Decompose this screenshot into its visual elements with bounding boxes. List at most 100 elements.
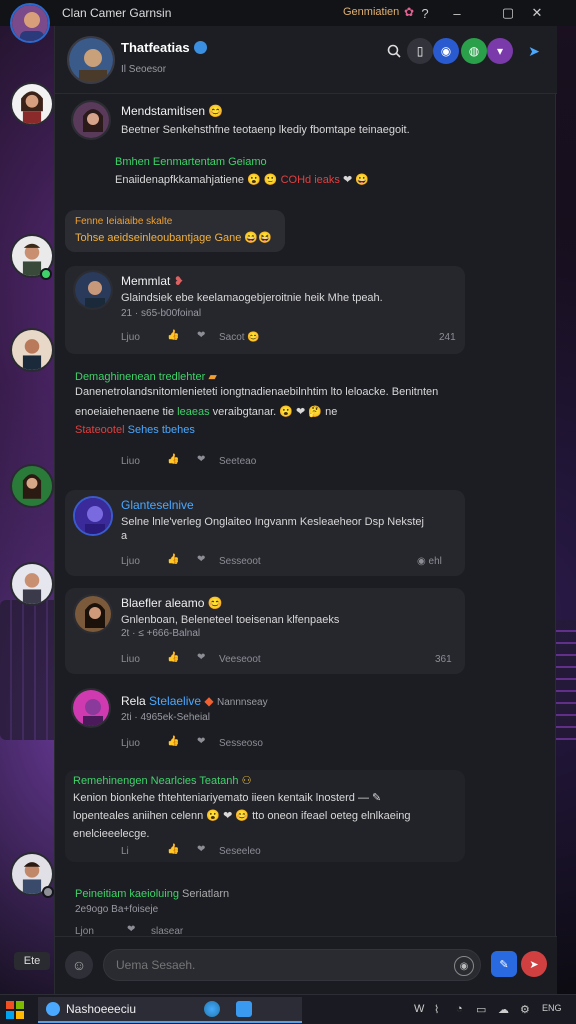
message-text-3: Stateootel Sehes tbehes xyxy=(75,424,195,436)
channel-subtitle: Il Seoesor xyxy=(121,64,167,75)
message-text: Kenion bionkehe thtehteniariyemato iieen… xyxy=(73,792,382,804)
window-title: Clan Camer Garnsin xyxy=(62,6,172,20)
channel-avatar[interactable] xyxy=(67,36,115,84)
floating-tag[interactable]: Ete xyxy=(14,952,50,970)
thumb-icon[interactable]: 👍 xyxy=(167,844,179,855)
rail-avatar-3[interactable] xyxy=(10,328,54,372)
heart-icon[interactable]: ❤ xyxy=(197,844,205,855)
thumb-icon[interactable]: 👍 xyxy=(167,330,179,341)
reply-button[interactable]: Seeteao xyxy=(219,456,256,467)
reply-button[interactable]: Sacot 😊 xyxy=(219,332,260,343)
message-count: 361 xyxy=(435,654,452,665)
thumb-icon[interactable]: 👍 xyxy=(167,454,179,465)
reply-button[interactable]: Veeseoot xyxy=(219,654,261,665)
taskbar: Nashoeeeciu W ⌇ ◔ ▭ ☁ ⚙ ENG xyxy=(0,994,576,1024)
avatar[interactable] xyxy=(73,270,113,310)
list-item: Mendstamitisen 😊 Beetner Senkehsthfne te… xyxy=(65,98,545,152)
thumb-icon[interactable]: 👍 xyxy=(167,736,179,747)
like-button[interactable]: Liuo xyxy=(121,654,140,665)
browser-icon[interactable] xyxy=(204,1001,220,1017)
discord-icon[interactable]: ◉ xyxy=(433,38,459,64)
windows-start-icon[interactable] xyxy=(6,1001,24,1019)
message-text: Glaindsiek ebe keelamaogebjeroitnie heik… xyxy=(121,292,383,304)
share-icon[interactable]: ◍ xyxy=(461,38,487,64)
list-item: Memmlat ❥ Glaindsiek ebe keelamaogebjero… xyxy=(65,266,465,354)
like-button[interactable]: Ljon xyxy=(75,926,94,936)
battery-icon[interactable]: ▭ xyxy=(476,1003,486,1016)
rail-avatar-5[interactable] xyxy=(10,562,54,606)
heart-icon[interactable]: ❤ xyxy=(197,736,205,747)
reply-button[interactable]: Sesseoso xyxy=(219,738,263,749)
window-titlebar: Clan Camer Garnsin Genmiatien ✿ ? – ▢ ✕ xyxy=(0,0,576,43)
message-text-2: a xyxy=(121,530,128,542)
wifi-icon[interactable]: ⌇ xyxy=(434,1003,439,1016)
chat-panel: Thatfeatias Il Seoesor ▯ ◉ ◍ ▾ ➤ Mendsta… xyxy=(54,26,557,994)
avatar[interactable] xyxy=(71,100,111,140)
chat-header: Thatfeatias Il Seoesor ▯ ◉ ◍ ▾ ➤ xyxy=(55,26,557,94)
minimize-button[interactable]: – xyxy=(446,4,468,22)
attach-icon[interactable]: ☺ xyxy=(65,951,93,979)
rail-avatar-4[interactable] xyxy=(10,464,54,508)
message-author: Mendstamitisen 😊 xyxy=(121,104,224,118)
reply-button[interactable]: Sesseoot xyxy=(219,556,261,567)
message-feed: Mendstamitisen 😊 Beetner Senkehsthfne te… xyxy=(55,94,557,936)
message-author: Glanteselnive xyxy=(121,498,194,512)
reply-button[interactable]: slasear xyxy=(151,926,183,936)
status-icon: ✿ xyxy=(404,5,415,19)
like-button[interactable]: Ljuo xyxy=(121,332,140,343)
message-meta: 2t · ≤ +666-Balnal xyxy=(121,628,201,639)
taskbar-app-button[interactable]: Nashoeeeciu xyxy=(38,997,302,1023)
reply-button[interactable]: Seseeleo xyxy=(219,846,261,857)
volume-icon[interactable]: ◔ xyxy=(456,1003,463,1015)
message-input[interactable] xyxy=(104,950,404,980)
heart-icon[interactable]: ❤ xyxy=(197,330,205,341)
avatar[interactable] xyxy=(73,496,113,536)
message-text: Enaiidenapfkkamahjatiene 😮 🙂 COHd ieaks … xyxy=(115,174,369,186)
avatar[interactable] xyxy=(71,688,111,728)
heart-icon[interactable]: ❤ xyxy=(197,454,205,465)
maximize-button[interactable]: ▢ xyxy=(497,4,519,22)
verified-icon xyxy=(193,41,207,54)
emoji-icon[interactable]: ◉ xyxy=(454,956,474,976)
app-icon xyxy=(46,1002,60,1016)
like-button[interactable]: Ljuo xyxy=(121,556,140,567)
message-input-wrapper: ◉ xyxy=(103,949,481,981)
like-button[interactable]: Li xyxy=(121,846,129,857)
composer: ☺ ◉ ✎ ➤ xyxy=(55,936,557,994)
cloud-icon[interactable]: ☁ xyxy=(498,1003,509,1016)
settings-icon[interactable]: ⚙ xyxy=(520,1003,530,1016)
voice-button[interactable]: ✎ xyxy=(491,951,517,977)
search-icon[interactable] xyxy=(381,38,407,64)
heart-icon[interactable]: ❤ xyxy=(197,554,205,565)
message-text-2: enoeiaiehenaene tie leaeas veraibgtanar.… xyxy=(75,406,338,418)
list-item: Glanteselnive Selne lnle'verleg Onglaite… xyxy=(65,490,465,576)
message-author: Bmhen Eenmartentam Geiamo xyxy=(115,156,267,168)
like-button[interactable]: Ljuo xyxy=(121,738,140,749)
tray-label: W xyxy=(414,1003,425,1015)
avatar[interactable] xyxy=(73,594,113,634)
message-text-2: lopenteales aniihen celenn 😮 ❤ 😊 tto one… xyxy=(73,810,411,822)
language-indicator[interactable]: ENG xyxy=(542,1003,562,1013)
channel-name: Thatfeatias xyxy=(121,40,207,55)
members-icon[interactable]: ▾ xyxy=(487,38,513,64)
list-item: Peineitiam kaeioluing Seriatlarn 2e9ogo … xyxy=(65,878,545,936)
app-avatar[interactable] xyxy=(10,3,50,43)
list-item: Rela Stelaelive ◆ Nannnseay 2ti · 4965ek… xyxy=(65,686,545,764)
heart-icon[interactable]: ❤ xyxy=(127,924,135,935)
rail-avatar-1[interactable] xyxy=(10,82,54,126)
list-item: Bmhen Eenmartentam Geiamo Enaiidenapfkka… xyxy=(65,152,545,202)
folder-icon[interactable] xyxy=(236,1001,252,1017)
thumb-icon[interactable]: 👍 xyxy=(167,652,179,663)
pin-icon[interactable]: ▯ xyxy=(407,38,433,64)
thumb-icon[interactable]: 👍 xyxy=(167,554,179,565)
message-author: Blaefler aleamo 😊 xyxy=(121,596,223,610)
message-author: Fenne Ieiaiaibe skalte xyxy=(75,216,173,227)
send-arrow-icon[interactable]: ➤ xyxy=(521,38,547,64)
help-button[interactable]: ? xyxy=(414,4,436,22)
send-button[interactable]: ➤ xyxy=(521,951,547,977)
close-button[interactable]: ✕ xyxy=(526,4,548,22)
like-button[interactable]: Liuo xyxy=(121,456,140,467)
message-count: 241 xyxy=(439,332,456,343)
heart-icon[interactable]: ❤ xyxy=(197,652,205,663)
list-item: Fenne Ieiaiaibe skalte Tohse aeidseinleo… xyxy=(65,210,285,252)
